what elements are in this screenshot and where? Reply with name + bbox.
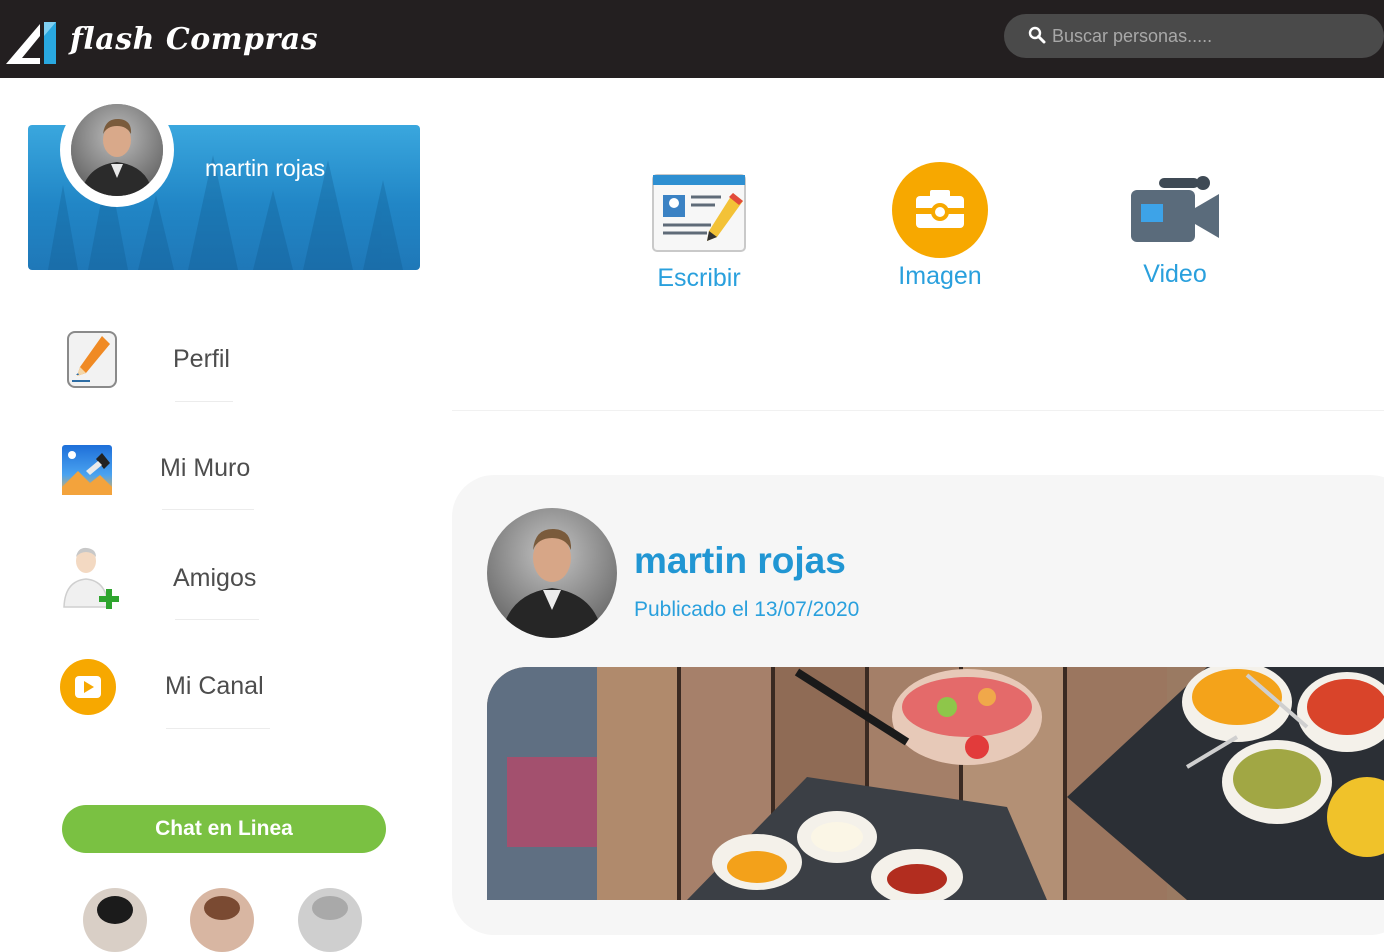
post-image[interactable] — [487, 667, 1384, 900]
menu-item-mi-canal[interactable]: Mi Canal — [56, 655, 316, 735]
brand-logo[interactable]: flash Compras — [4, 18, 318, 68]
top-navigation-bar: flash Compras — [0, 0, 1384, 78]
post-author-avatar[interactable] — [487, 508, 617, 638]
menu-item-perfil[interactable]: Perfil — [56, 325, 316, 405]
compose-write-label: Escribir — [657, 264, 741, 292]
chat-online-button[interactable]: Chat en Linea — [62, 805, 386, 853]
compose-image-label: Imagen — [898, 262, 982, 290]
search-input[interactable] — [1052, 22, 1372, 50]
menu-label-mi-canal: Mi Canal — [165, 672, 264, 700]
notepad-write-icon — [652, 174, 746, 252]
avatar — [71, 104, 163, 196]
camera-icon — [892, 162, 988, 258]
add-friend-icon — [63, 547, 119, 609]
online-friend-avatar[interactable] — [190, 888, 254, 952]
menu-label-mi-muro: Mi Muro — [160, 454, 251, 482]
menu-divider — [162, 509, 254, 510]
menu-label-amigos: Amigos — [173, 564, 257, 592]
online-friend-avatar[interactable] — [298, 888, 362, 952]
menu-label-perfil: Perfil — [173, 345, 230, 373]
menu-divider — [175, 401, 233, 402]
logo-mark-icon — [6, 22, 56, 64]
channel-play-icon — [60, 659, 116, 715]
menu-divider — [175, 619, 259, 620]
post-author-name[interactable]: martin rojas — [634, 540, 846, 582]
menu-item-amigos[interactable]: Amigos — [56, 543, 316, 623]
pencil-edit-icon — [67, 331, 117, 388]
video-camera-icon — [1131, 176, 1219, 242]
profile-avatar-frame[interactable] — [60, 93, 174, 207]
compose-video-label: Video — [1143, 260, 1207, 288]
search-icon — [1028, 26, 1046, 44]
wall-picture-icon — [62, 445, 112, 495]
composer-divider — [452, 410, 1384, 411]
menu-item-mi-muro[interactable]: Mi Muro — [56, 437, 316, 517]
compose-image-button[interactable]: Imagen — [870, 158, 1010, 298]
online-friend-avatar[interactable] — [83, 888, 147, 952]
post-date: Publicado el 13/07/2020 — [634, 598, 860, 621]
compose-video-button[interactable]: Video — [1105, 160, 1245, 300]
menu-divider — [166, 728, 270, 729]
brand-name: flash Compras — [70, 22, 319, 57]
profile-name[interactable]: martin rojas — [205, 155, 325, 182]
search-box[interactable] — [1004, 14, 1384, 58]
compose-write-button[interactable]: Escribir — [629, 165, 769, 305]
